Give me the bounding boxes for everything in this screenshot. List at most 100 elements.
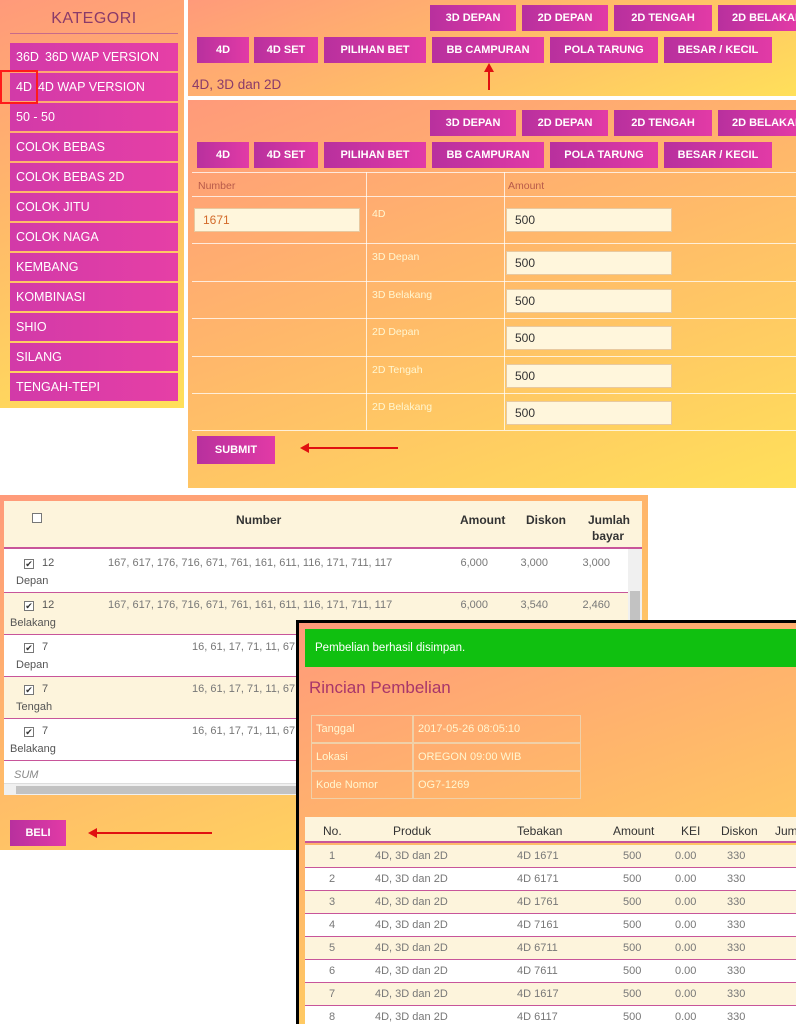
sidebar-item-colok-bebas[interactable]: COLOK BEBAS: [10, 133, 178, 161]
amount-input-2d-depan[interactable]: 500: [506, 326, 672, 350]
bet-count: 7: [42, 683, 49, 695]
arrow-shaft: [488, 70, 490, 90]
item-produk: 4D, 3D dan 2D: [375, 873, 448, 885]
amount-input-3d-depan[interactable]: 500: [506, 251, 672, 275]
scrollbar-thumb[interactable]: [16, 786, 316, 794]
purchase-receipt-panel: Pembelian berhasil disimpan. Rincian Pem…: [296, 620, 796, 1024]
row-checkbox[interactable]: ✔: [24, 601, 34, 611]
bet-numbers: 16, 61, 17, 71, 11, 67: [192, 683, 296, 695]
sidebar-item-kembang[interactable]: KEMBANG: [10, 253, 178, 281]
sidebar-item-colok-jitu[interactable]: COLOK JITU: [10, 193, 178, 221]
buy-button[interactable]: BELI: [10, 820, 66, 846]
sidebar-item-36d[interactable]: 36D 36D WAP VERSION: [10, 43, 178, 71]
bet-numbers: 167, 617, 176, 716, 671, 761, 161, 611, …: [108, 557, 393, 569]
bet-diskon: 3,000: [520, 557, 548, 569]
info-label-lokasi: Lokasi: [311, 743, 413, 771]
table-row: 1 4D, 3D dan 2D 4D 1671 500 0.00 330: [305, 845, 796, 868]
tab-4d[interactable]: 4D: [197, 142, 249, 168]
amount-input-2d-tengah[interactable]: 500: [506, 364, 672, 388]
sidebar-item-label: 50 - 50: [16, 110, 55, 124]
sidebar-item-label: KOMBINASI: [16, 290, 86, 304]
table-row: 8 4D, 3D dan 2D 4D 6117 500 0.00 330: [305, 1006, 796, 1024]
arrow-shaft: [308, 447, 398, 449]
amount-input-4d[interactable]: 500: [506, 208, 672, 232]
tab-4d-set[interactable]: 4D SET: [254, 142, 318, 168]
table-row: 7 4D, 3D dan 2D 4D 1617 500 0.00 330: [305, 983, 796, 1006]
bet-position: Belakang: [10, 743, 56, 755]
item-tebakan: 4D 7161: [517, 919, 559, 931]
item-no: 6: [329, 965, 336, 977]
sidebar-item-tengah-tepi[interactable]: TENGAH-TEPI: [10, 373, 178, 401]
item-kei: 0.00: [675, 965, 697, 977]
item-tebakan: 4D 7611: [517, 965, 558, 977]
sidebar-item-label: 4D WAP VERSION: [37, 80, 145, 94]
item-tebakan: 4D 1671: [517, 850, 559, 862]
tab-besar-kecil[interactable]: BESAR / KECIL: [664, 37, 772, 63]
tab-pola-tarung[interactable]: POLA TARUNG: [550, 142, 658, 168]
grid-line: [504, 172, 505, 430]
sidebar-item-kombinasi[interactable]: KOMBINASI: [10, 283, 178, 311]
item-tebakan: 4D 1761: [517, 896, 559, 908]
tab-4d[interactable]: 4D: [197, 37, 249, 63]
category-sidebar: KATEGORI 36D 36D WAP VERSION 4D 4D WAP V…: [0, 0, 184, 408]
row-checkbox[interactable]: ✔: [24, 559, 34, 569]
bet-position: Tengah: [16, 701, 53, 713]
item-no: 4: [329, 919, 336, 931]
sidebar-item-colok-bebas-2d[interactable]: COLOK BEBAS 2D: [10, 163, 178, 191]
bet-count: 7: [42, 725, 49, 737]
row-checkbox[interactable]: ✔: [24, 643, 34, 653]
tab-2d-depan[interactable]: 2D DEPAN: [522, 5, 608, 31]
item-diskon: 330: [727, 919, 746, 931]
grid-line: [192, 430, 796, 431]
tab-2d-tengah[interactable]: 2D TENGAH: [614, 5, 712, 31]
submit-button[interactable]: SUBMIT: [197, 436, 275, 464]
item-tebakan: 4D 6711: [517, 942, 558, 954]
tab-3d-depan[interactable]: 3D DEPAN: [430, 110, 516, 136]
item-diskon: 330: [727, 896, 746, 908]
column-header-number: Number: [198, 180, 236, 192]
item-diskon: 330: [727, 873, 746, 885]
grid-line: [192, 172, 796, 173]
sidebar-item-shio[interactable]: SHIO: [10, 313, 178, 341]
item-amount: 500: [623, 850, 642, 862]
sidebar-item-label: SILANG: [16, 350, 62, 364]
tab-bb-campuran[interactable]: BB CAMPURAN: [432, 142, 544, 168]
tab-pilihan-bet[interactable]: PILIHAN BET: [324, 37, 426, 63]
tab-2d-tengah[interactable]: 2D TENGAH: [614, 110, 712, 136]
item-produk: 4D, 3D dan 2D: [375, 850, 448, 862]
sidebar-item-label: COLOK BEBAS: [16, 140, 105, 154]
item-diskon: 330: [727, 942, 746, 954]
tab-2d-depan[interactable]: 2D DEPAN: [522, 110, 608, 136]
table-row: 3 4D, 3D dan 2D 4D 1761 500 0.00 330: [305, 891, 796, 914]
tab-4d-set[interactable]: 4D SET: [254, 37, 318, 63]
tab-3d-depan[interactable]: 3D DEPAN: [430, 5, 516, 31]
tab-2d-belakang[interactable]: 2D BELAKANG: [718, 110, 796, 136]
item-diskon: 330: [727, 850, 746, 862]
tab-pola-tarung[interactable]: POLA TARUNG: [550, 37, 658, 63]
tab-2d-belakang[interactable]: 2D BELAKANG: [718, 5, 796, 31]
header-produk: Produk: [393, 824, 432, 838]
tab-bb-campuran[interactable]: BB CAMPURAN: [432, 37, 544, 63]
tab-pilihan-bet[interactable]: PILIHAN BET: [324, 142, 426, 168]
sidebar-item-50-50[interactable]: 50 - 50: [10, 103, 178, 131]
amount-input-2d-belakang[interactable]: 500: [506, 401, 672, 425]
sidebar-item-colok-naga[interactable]: COLOK NAGA: [10, 223, 178, 251]
bet-position: Belakang: [10, 617, 56, 629]
info-label-tanggal: Tanggal: [311, 715, 413, 743]
item-amount: 500: [623, 919, 642, 931]
row-checkbox[interactable]: ✔: [24, 727, 34, 737]
item-kei: 0.00: [675, 1011, 697, 1023]
item-diskon: 330: [727, 965, 746, 977]
item-amount: 500: [623, 942, 642, 954]
bet-label-2d-belakang: 2D Belakang: [372, 401, 433, 413]
sidebar-item-label: COLOK NAGA: [16, 230, 99, 244]
sidebar-item-silang[interactable]: SILANG: [10, 343, 178, 371]
select-all-checkbox[interactable]: [32, 513, 42, 523]
table-row[interactable]: ✔ 12 Depan 167, 617, 176, 716, 671, 761,…: [4, 551, 628, 593]
row-checkbox[interactable]: ✔: [24, 685, 34, 695]
receipt-title: Rincian Pembelian: [309, 678, 451, 697]
amount-input-3d-belakang[interactable]: 500: [506, 289, 672, 313]
item-amount: 500: [623, 1011, 642, 1023]
number-input[interactable]: 1671: [194, 208, 360, 232]
tab-besar-kecil[interactable]: BESAR / KECIL: [664, 142, 772, 168]
